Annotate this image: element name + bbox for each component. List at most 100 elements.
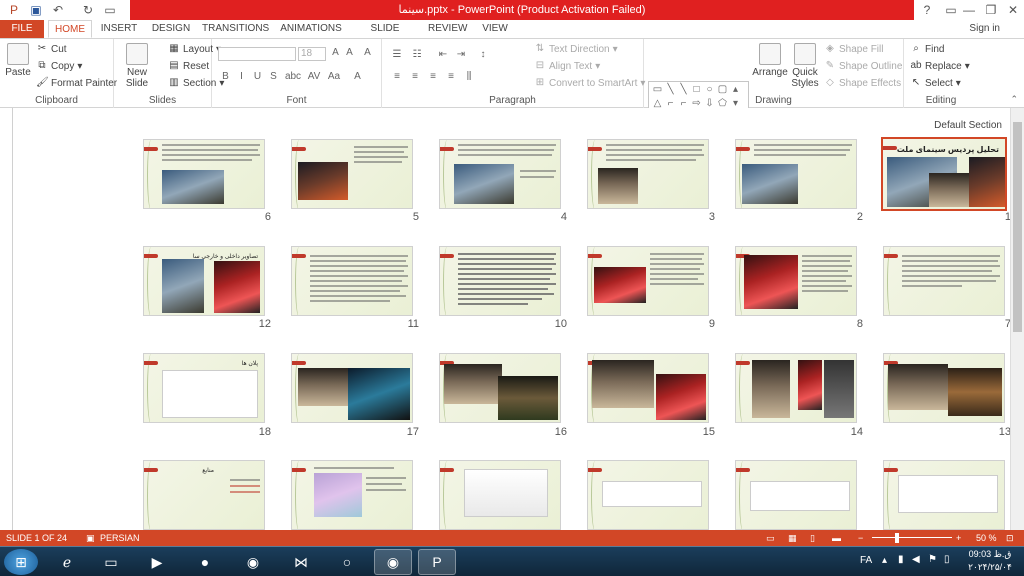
help-button[interactable]: ?: [916, 0, 938, 20]
tray-expand-icon[interactable]: ▴: [882, 555, 887, 566]
slide-thumbnail-21[interactable]: [587, 460, 709, 530]
decrease-indent-icon[interactable]: ⇤: [436, 49, 450, 60]
shape-textbox-icon[interactable]: ▭: [651, 83, 664, 97]
slide-thumbnail-19[interactable]: [883, 460, 1005, 530]
tab-file[interactable]: FILE: [0, 20, 44, 38]
tab-animations[interactable]: ANIMATIONS: [280, 20, 342, 38]
copy-button[interactable]: ⧉ Copy ▾: [36, 60, 82, 72]
tab-view[interactable]: VIEW: [478, 20, 512, 38]
slide-thumbnail-11[interactable]: [291, 246, 413, 316]
normal-view-icon[interactable]: ▭: [766, 530, 775, 546]
tab-home[interactable]: HOME: [48, 20, 92, 38]
firefox-icon[interactable]: ●: [186, 549, 224, 575]
slide-thumbnail-12[interactable]: تصاویر داخلی و خارجی سا: [143, 246, 265, 316]
font-name-box[interactable]: [218, 47, 296, 61]
slide-thumbnail-5[interactable]: [291, 139, 413, 209]
shape-rounded-rect-icon[interactable]: ▢: [716, 83, 729, 97]
line-spacing-icon[interactable]: ↕: [476, 49, 490, 60]
input-language[interactable]: FA: [860, 555, 872, 566]
slide-thumbnail-17[interactable]: [291, 353, 413, 423]
slide-thumbnail-13[interactable]: [883, 353, 1005, 423]
thumbnail-pane-collapsed[interactable]: [0, 108, 13, 530]
slide-thumbnail-23[interactable]: [291, 460, 413, 530]
slide-thumbnail-22[interactable]: [439, 460, 561, 530]
network-icon[interactable]: ▮: [898, 554, 904, 565]
file-explorer-icon[interactable]: ▭: [92, 549, 130, 575]
quick-styles-button[interactable]: Quick Styles: [790, 43, 820, 89]
slide-thumbnail-15[interactable]: [587, 353, 709, 423]
zoom-level[interactable]: 50 %: [976, 530, 997, 546]
justify-icon[interactable]: ≡: [444, 71, 458, 82]
chrome-icon[interactable]: ◉: [234, 549, 272, 575]
spellcheck-icon[interactable]: ▣: [86, 530, 95, 546]
replace-button[interactable]: ab Replace ▾: [910, 60, 969, 72]
align-right-icon[interactable]: ≡: [426, 71, 440, 82]
tab-review[interactable]: REVIEW: [428, 20, 467, 38]
clock-date[interactable]: ۲۰۲۴/۲۵/۰۴: [960, 562, 1020, 573]
shape-outline-button[interactable]: ✎ Shape Outline: [824, 60, 903, 72]
italic-button[interactable]: I: [236, 71, 247, 82]
slide-thumbnail-8[interactable]: [735, 246, 857, 316]
redo-icon[interactable]: ↻: [80, 2, 96, 18]
slide-show-view-icon[interactable]: ▬: [832, 530, 841, 546]
select-button[interactable]: ↖ Select ▾: [910, 77, 961, 89]
slide-thumbnail-10[interactable]: [439, 246, 561, 316]
minimize-button[interactable]: —: [958, 0, 980, 20]
save-icon[interactable]: ▣: [28, 2, 44, 18]
fit-slide-icon[interactable]: ⊡: [1006, 530, 1014, 546]
slide-thumbnail-3[interactable]: [587, 139, 709, 209]
font-color-button[interactable]: A: [352, 71, 363, 82]
format-painter-button[interactable]: 🖌 Format Painter: [36, 77, 117, 89]
paste-button[interactable]: Paste: [4, 43, 32, 78]
powerpoint-taskbar-icon[interactable]: P: [418, 549, 456, 575]
action-center-icon[interactable]: ⚑: [928, 554, 937, 565]
change-case-button[interactable]: Aa: [326, 71, 342, 82]
default-section-label[interactable]: Default Section: [934, 120, 1002, 131]
slide-thumbnail-9[interactable]: [587, 246, 709, 316]
tab-design[interactable]: DESIGN: [150, 20, 192, 38]
shape-line-icon[interactable]: ╲: [677, 83, 690, 97]
collapse-ribbon-icon[interactable]: ⌃: [1010, 94, 1018, 105]
media-player-icon[interactable]: ▶: [138, 549, 176, 575]
visual-studio-icon[interactable]: ⋈: [282, 549, 320, 575]
cut-button[interactable]: ✂ Cut: [36, 43, 67, 55]
volume-icon[interactable]: ◀: [912, 554, 920, 565]
slide-thumbnail-7[interactable]: [883, 246, 1005, 316]
shape-rect-icon[interactable]: □: [690, 83, 703, 97]
increase-indent-icon[interactable]: ⇥: [454, 49, 468, 60]
new-slide-button[interactable]: New Slide: [122, 43, 152, 89]
zoom-in-button[interactable]: +: [956, 530, 961, 546]
start-button[interactable]: ⊞: [4, 549, 38, 575]
arrange-button[interactable]: Arrange: [752, 43, 788, 78]
internet-explorer-icon[interactable]: ℯ: [48, 549, 86, 575]
zoom-out-button[interactable]: −: [858, 530, 863, 546]
zoom-slider-handle[interactable]: [895, 533, 899, 543]
sign-in-link[interactable]: Sign in: [969, 20, 1000, 38]
restore-button[interactable]: ❐: [980, 0, 1002, 20]
numbering-icon[interactable]: ☷: [410, 49, 424, 60]
shape-scroll-icon[interactable]: ▴: [729, 83, 742, 97]
slide-thumbnail-16[interactable]: [439, 353, 561, 423]
find-button[interactable]: ⌕ Find: [910, 43, 944, 55]
strikethrough-button[interactable]: abc: [284, 71, 302, 82]
slide-thumbnail-14[interactable]: [735, 353, 857, 423]
align-left-icon[interactable]: ≡: [390, 71, 404, 82]
underline-button[interactable]: U: [252, 71, 263, 82]
shape-line-icon[interactable]: ╲: [664, 83, 677, 97]
power-icon[interactable]: ▯: [944, 554, 950, 565]
bullets-icon[interactable]: ☰: [390, 49, 404, 60]
tab-insert[interactable]: INSERT: [98, 20, 140, 38]
slide-thumbnail-24[interactable]: منابع: [143, 460, 265, 530]
chrome-window-icon[interactable]: ◉: [374, 549, 412, 575]
shape-fill-button[interactable]: ◈ Shape Fill: [824, 43, 883, 55]
decrease-font-icon[interactable]: A: [344, 47, 355, 58]
vertical-scrollbar[interactable]: [1010, 108, 1024, 530]
slide-thumbnail-1[interactable]: تحلیل پردیس سینمای ملت: [881, 137, 1007, 211]
shape-oval-icon[interactable]: ○: [703, 83, 716, 97]
reset-button[interactable]: ▤ Reset: [168, 60, 209, 72]
font-size-box[interactable]: 18: [298, 47, 326, 61]
slide-sorter-view-icon[interactable]: ▦: [788, 530, 797, 546]
tab-transitions[interactable]: TRANSITIONS: [202, 20, 269, 38]
clock-time[interactable]: 09:03 ق.ظ: [960, 549, 1020, 560]
language-indicator[interactable]: PERSIAN: [100, 530, 140, 546]
